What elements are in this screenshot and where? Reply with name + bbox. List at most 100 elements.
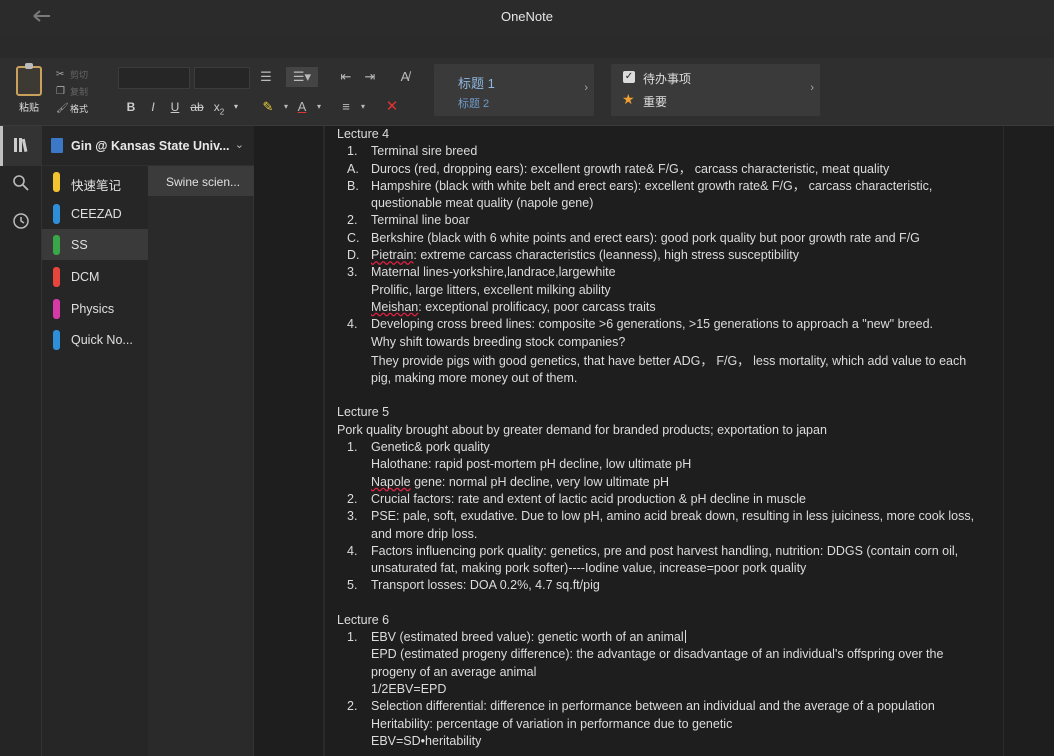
list-text: Durocs (red, dropping ears): excellent g… (371, 161, 890, 176)
list-continuation: unsaturated fat, making pork softer)----… (371, 561, 807, 576)
list-number: 4. (347, 543, 358, 558)
section-item[interactable]: Physics (42, 293, 148, 324)
list-continuation: Prolific, large litters, excellent milki… (371, 282, 611, 297)
section-color-tab (53, 299, 60, 319)
notebooks-icon[interactable] (0, 136, 42, 159)
clear-format-icon[interactable]: A̸ (395, 67, 415, 87)
list-continuation: Halothane: rapid post-mortem pH decline,… (371, 457, 692, 472)
list-text: Selection differential: difference in pe… (371, 699, 935, 714)
recent-icon[interactable] (0, 212, 42, 235)
search-icon[interactable] (0, 174, 42, 197)
list-text: Developing cross breed lines: composite … (371, 317, 934, 332)
page-pane (148, 166, 254, 756)
nav-rail (0, 126, 42, 756)
copy-button[interactable]: ❐ 复制 (56, 83, 106, 100)
list-item: 3. PSE: pale, soft, exudative. Due to low… (337, 508, 1001, 525)
copy-label: 复制 (70, 87, 89, 97)
misspelled-word: Pietrain (371, 248, 414, 263)
lecture5-intro: Pork quality brought about by greater de… (337, 422, 827, 437)
font-color-dropdown-icon[interactable]: ▾ (309, 97, 329, 117)
format-painter-button[interactable]: 🖌 格式 (56, 100, 106, 117)
paste-label: 粘贴 (19, 103, 39, 114)
misspelled-word: Napole (371, 474, 411, 489)
section-color-tab (53, 172, 60, 192)
page-item-selected[interactable]: Swine scien... (148, 166, 254, 196)
section-label: DCM (71, 270, 100, 284)
section-item[interactable]: 快速笔记 (42, 166, 148, 197)
list-text: : extreme carcass characteristics (leann… (413, 248, 799, 263)
format-label: 格式 (70, 104, 89, 114)
align-dropdown-icon[interactable]: ▾ (353, 97, 373, 117)
list-text: Transport losses: DOA 0.2%, 4.7 sq.ft/pi… (371, 578, 600, 593)
section-color-tab (53, 204, 60, 224)
list-number: 2. (347, 699, 358, 714)
bullets-icon[interactable]: ☰ (256, 67, 276, 87)
notebook-selector[interactable]: Gin @ Kansas State Univ... ⌄ (42, 126, 254, 166)
list-number: C. (347, 230, 360, 245)
chevron-down-icon[interactable]: ⌄ (235, 138, 244, 151)
font-size-select[interactable] (194, 67, 250, 89)
style-heading2[interactable]: 标题 2 (458, 95, 489, 111)
list-number: 2. (347, 213, 358, 228)
indent-icon[interactable]: ⇥ (360, 67, 380, 87)
lecture4-title: Lecture 4 (337, 127, 390, 141)
list-continuation: 1/2EBV=EPD (371, 681, 447, 696)
numbering-icon[interactable]: ☰▾ (286, 67, 318, 87)
list-number: B. (347, 178, 359, 193)
list-continuation: progeny of an average animal (371, 664, 537, 679)
section-item[interactable]: Quick No... (42, 324, 148, 355)
list-continuation: pig, making more money out of them. (371, 371, 578, 386)
list-number: 2. (347, 491, 358, 506)
chevron-right-icon[interactable]: › (584, 82, 588, 94)
canvas-right-edge (1003, 126, 1004, 756)
underline-button[interactable]: U (164, 97, 186, 117)
list-item: D. Pietrain: extreme carcass characterist… (337, 247, 1001, 264)
tag-todo[interactable]: 待办事项 (643, 70, 691, 87)
list-number: 5. (347, 578, 358, 593)
font-family-select[interactable] (118, 67, 190, 89)
section-item[interactable]: CEEZAD (42, 198, 148, 229)
canvas-divider (323, 126, 325, 756)
style-heading1[interactable]: 标题 1 (458, 73, 495, 92)
italic-button[interactable]: I (142, 97, 164, 117)
strikethrough-button[interactable]: ab (186, 97, 208, 117)
section-label: CEEZAD (71, 207, 122, 221)
copy-icon: ❐ (56, 86, 65, 97)
cut-button[interactable]: ✂ 剪切 (56, 66, 106, 83)
list-number: D. (347, 248, 360, 263)
list-text: Crucial factors: rate and extent of lact… (371, 491, 806, 506)
format-row: B I U ab x2 ▾ (120, 97, 242, 117)
styles-gallery[interactable]: 标题 1 标题 2 › (434, 64, 594, 116)
list-text: PSE: pale, soft, exudative. Due to low p… (371, 509, 975, 524)
misspelled-word: Meishan (371, 299, 419, 314)
chevron-right-icon[interactable]: › (810, 82, 814, 94)
bold-button[interactable]: B (120, 97, 142, 117)
list-item: 2. Crucial factors: rate and extent of la… (337, 491, 1001, 508)
clipboard-ops: ✂ 剪切 ❐ 复制 🖌 格式 (56, 66, 106, 117)
subscript-dropdown-icon[interactable]: ▾ (230, 97, 242, 117)
list-item: 2. Selection differential: difference in … (337, 698, 1001, 715)
list-continuation: and more drip loss. (371, 526, 478, 541)
list-item: 4. Factors influencing pork quality: gene… (337, 543, 1001, 560)
list-item: 5. Transport losses: DOA 0.2%, 4.7 sq.ft/… (337, 577, 1001, 594)
highlighter-icon[interactable]: ✎ (258, 97, 278, 117)
tags-gallery[interactable]: ✓ 待办事项 ★ 重要 › (611, 64, 820, 116)
list-text: EBV (estimated breed value): genetic wor… (371, 630, 684, 645)
list-continuation: They provide pigs with good genetics, th… (371, 353, 967, 368)
tag-important[interactable]: 重要 (643, 93, 667, 110)
list-text: Genetic& pork quality (371, 440, 490, 455)
paste-button[interactable]: 粘贴 (10, 63, 48, 114)
delete-icon[interactable]: ✕ (382, 97, 402, 117)
note-body[interactable]: Lecture 4 1. Terminal sire breed A. Durocs… (337, 126, 1001, 750)
subscript-button[interactable]: x2 (208, 97, 230, 117)
list-item: 1. Terminal sire breed (337, 143, 1001, 160)
list-text: Terminal sire breed (371, 144, 478, 159)
lecture6-title: Lecture 6 (337, 612, 390, 627)
outdent-icon[interactable]: ⇤ (336, 67, 356, 87)
section-color-tab (53, 235, 60, 255)
section-item[interactable]: DCM (42, 261, 148, 292)
section-item-selected[interactable]: SS (42, 229, 148, 260)
list-continuation: Why shift towards breeding stock compani… (371, 334, 626, 349)
list-number: 1. (347, 630, 358, 645)
